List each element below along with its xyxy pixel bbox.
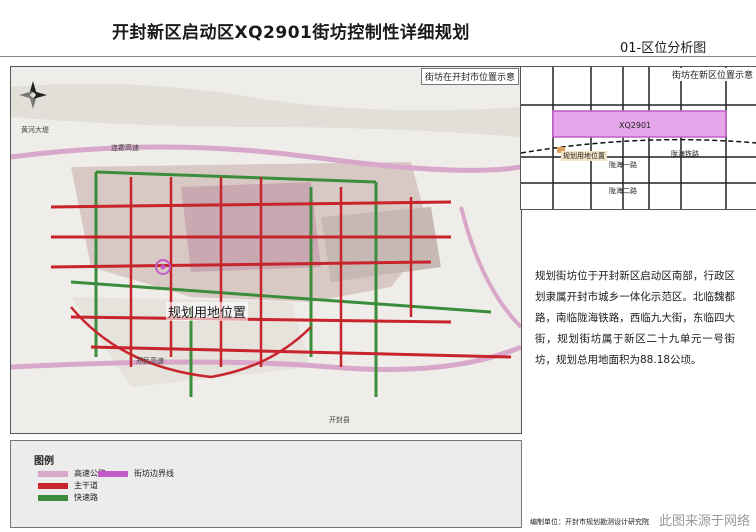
legend-label-main-road: 主干道 bbox=[74, 481, 98, 490]
inset-map-label: 街坊在新区位置示意 bbox=[669, 68, 755, 81]
place-label-county: 开封县 bbox=[329, 416, 350, 424]
page-subtitle: 01-区位分析图 bbox=[620, 41, 707, 56]
main-map: 街坊在开封市位置示意 规划用地位置 黄河大堤 连霍高速 郑民高速 开封县 bbox=[10, 66, 522, 434]
legend-label-fast-road: 快速路 bbox=[74, 493, 98, 502]
legend-swatch-fast-road bbox=[38, 494, 68, 501]
main-map-canvas bbox=[11, 67, 521, 433]
road-label-expressway-south: 郑民高速 bbox=[136, 357, 164, 365]
legend-item-main-road: 主干道 bbox=[38, 480, 98, 491]
title-divider bbox=[0, 56, 756, 57]
source-watermark: 此图来源于网络 bbox=[658, 514, 750, 529]
inset-road-2-label: 陇海二路 bbox=[609, 187, 637, 195]
page-title: 开封新区启动区XQ2901街坊控制性详细规划 bbox=[112, 23, 470, 43]
road-label-expressway-north: 连霍高速 bbox=[111, 144, 139, 152]
site-location-label: 规划用地位置 bbox=[166, 302, 249, 321]
inset-map: 街坊在新区位置示意 XQ2901 规划用地位置 陇海铁路 陇海一路 陇海二路 bbox=[520, 66, 756, 210]
inset-site-label: 规划用地位置 bbox=[561, 151, 607, 161]
legend-swatch-main-road bbox=[38, 482, 68, 489]
inset-railway-label: 陇海铁路 bbox=[671, 150, 699, 158]
road-label-dike: 黄河大堤 bbox=[21, 126, 49, 134]
legend-label-boundary: 街坊边界线 bbox=[134, 469, 174, 478]
legend-item-fast-road: 快速路 bbox=[38, 492, 98, 503]
map-sheet: 开封新区启动区XQ2901街坊控制性详细规划 01-区位分析图 街坊在开封市位置… bbox=[0, 0, 756, 532]
inset-road-1-label: 陇海一路 bbox=[609, 161, 637, 169]
credit-line: 编制单位：开封市规划勘测设计研究院 bbox=[530, 518, 649, 526]
inset-map-canvas bbox=[521, 67, 756, 209]
main-map-label: 街坊在开封市位置示意 bbox=[420, 68, 519, 85]
legend-title: 图例 bbox=[34, 456, 54, 467]
inset-block-label: XQ2901 bbox=[619, 121, 652, 130]
legend-item-expressway: 高速公路 bbox=[38, 468, 106, 479]
legend-swatch-expressway bbox=[38, 470, 68, 477]
site-description: 规划街坊位于开封新区启动区南部，行政区划隶属开封市城乡一体化示范区。北临魏都路，… bbox=[535, 270, 735, 366]
legend-swatch-boundary bbox=[98, 470, 128, 477]
legend-item-boundary: 街坊边界线 bbox=[98, 468, 174, 479]
